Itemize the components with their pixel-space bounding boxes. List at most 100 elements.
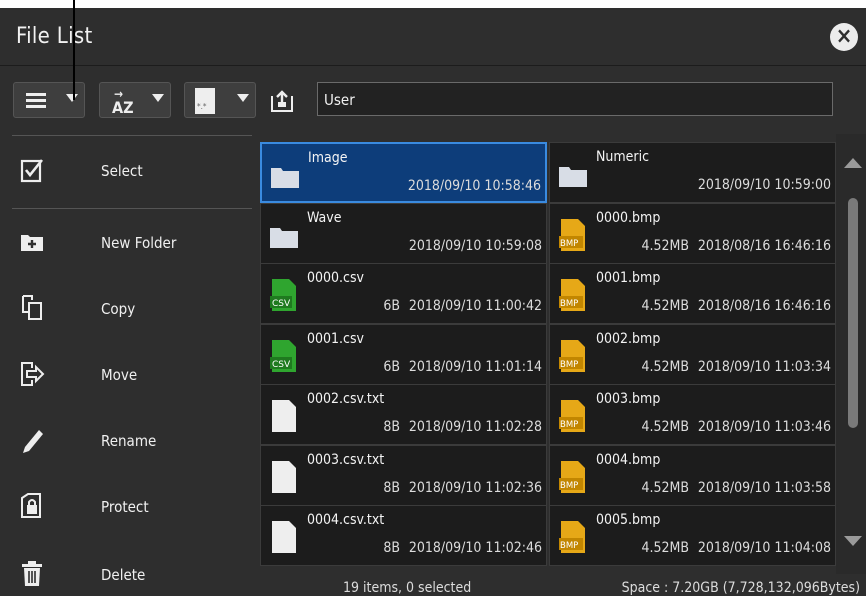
- protect-label: Protect: [101, 498, 149, 516]
- file-item[interactable]: BMP 0003.bmp 4.52MB 2018/09/10 11:03:46: [549, 384, 836, 445]
- move-icon: [21, 362, 45, 386]
- title-bar: File List ×: [0, 8, 866, 66]
- current-path-field[interactable]: User: [317, 82, 833, 116]
- file-date: 2018/09/10 11:03:46: [697, 419, 831, 435]
- move-button[interactable]: Move: [0, 342, 258, 408]
- file-size: 8B: [383, 540, 400, 556]
- file-item[interactable]: BMP 0005.bmp 4.52MB 2018/09/10 11:04:08: [549, 505, 836, 566]
- trash-icon: [22, 561, 42, 586]
- scroll-up-arrow-icon[interactable]: [844, 158, 862, 168]
- folder-icon: [271, 168, 299, 188]
- file-item[interactable]: BMP 0001.bmp 4.52MB 2018/08/16 16:46:16: [549, 263, 836, 324]
- file-date: 2018/09/10 11:02:46: [408, 540, 542, 556]
- close-icon: ×: [835, 24, 853, 49]
- file-item[interactable]: CSV 0000.csv 6B 2018/09/10 11:00:42: [260, 263, 547, 324]
- bmp-file-icon: BMP: [559, 339, 585, 372]
- svg-text:BMP: BMP: [560, 299, 578, 309]
- svg-text:BMP: BMP: [560, 360, 578, 370]
- new-folder-button[interactable]: New Folder: [0, 210, 258, 276]
- file-date: 2018/09/10 10:59:00: [697, 177, 831, 193]
- svg-text:BMP: BMP: [560, 481, 578, 491]
- file-size: 6B: [383, 358, 400, 375]
- delete-label: Delete: [101, 566, 146, 584]
- file-item[interactable]: 0002.csv.txt 8B 2018/09/10 11:02:28: [260, 384, 547, 445]
- file-date: 2018/09/10 10:58:46: [407, 178, 541, 194]
- file-item[interactable]: CSV 0001.csv 6B 2018/09/10 11:01:14: [260, 323, 547, 385]
- file-date: 2018/09/10 11:03:58: [697, 479, 831, 496]
- divider: [12, 208, 252, 209]
- file-item[interactable]: Image 2018/09/10 10:58:46: [260, 142, 547, 203]
- file-name: 0000.bmp: [596, 209, 661, 226]
- file-filter-button[interactable]: *.*: [184, 82, 256, 118]
- chevron-down-icon: [66, 94, 78, 102]
- svg-text:BMP: BMP: [560, 420, 578, 430]
- rename-label: Rename: [101, 432, 157, 450]
- file-name: 0005.bmp: [596, 512, 661, 528]
- file-date: 2018/09/10 11:03:34: [697, 358, 831, 375]
- file-filter-icon: *.*: [195, 88, 215, 114]
- svg-text:BMP: BMP: [560, 239, 578, 249]
- file-name: 0001.csv: [307, 330, 364, 347]
- file-item[interactable]: 0003.csv.txt 8B 2018/09/10 11:02:36: [260, 444, 547, 506]
- toolbar: → AZ *.* User: [0, 66, 866, 134]
- scroll-thumb[interactable]: [848, 198, 858, 428]
- lock-file-icon: [21, 493, 41, 518]
- file-size: 4.52MB: [641, 540, 689, 556]
- file-item[interactable]: Wave 2018/09/10 10:59:08: [260, 202, 547, 264]
- file-item[interactable]: 0004.csv.txt 8B 2018/09/10 11:02:46: [260, 505, 547, 566]
- file-size: 4.52MB: [641, 479, 689, 496]
- file-grid: Image 2018/09/10 10:58:46 Wave 2018/09/10 1…: [258, 134, 836, 574]
- file-size: 8B: [383, 479, 400, 496]
- file-date: 2018/09/10 11:02:36: [408, 479, 542, 496]
- file-name: 0003.bmp: [596, 391, 661, 407]
- file-name: 0000.csv: [307, 270, 364, 286]
- move-label: Move: [101, 366, 138, 384]
- svg-text:BMP: BMP: [560, 541, 578, 551]
- file-date: 2018/08/16 16:46:16: [697, 298, 831, 314]
- bmp-file-icon: BMP: [559, 279, 585, 311]
- file-name: Image: [308, 150, 348, 166]
- file-date: 2018/09/10 11:00:42: [408, 298, 542, 314]
- copy-icon: [22, 295, 42, 320]
- copy-button[interactable]: Copy: [0, 276, 258, 342]
- list-view-icon: [26, 93, 46, 109]
- text-file-icon: [272, 400, 296, 432]
- delete-button[interactable]: Delete: [0, 542, 258, 608]
- select-button[interactable]: Select: [0, 138, 258, 204]
- file-list-dialog: File List × → AZ *.* User Select New Fol…: [0, 8, 866, 596]
- protect-button[interactable]: Protect: [0, 474, 258, 540]
- file-item[interactable]: BMP 0002.bmp 4.52MB 2018/09/10 11:03:34: [549, 323, 836, 385]
- select-label: Select: [101, 162, 143, 180]
- new-folder-label: New Folder: [101, 234, 177, 252]
- file-item[interactable]: Numeric 2018/09/10 10:59:00: [549, 142, 836, 203]
- file-name: Numeric: [596, 149, 650, 165]
- copy-label: Copy: [101, 300, 136, 318]
- file-size: 8B: [383, 419, 400, 435]
- bmp-file-icon: BMP: [559, 460, 585, 493]
- close-button[interactable]: ×: [830, 23, 858, 51]
- file-size: 4.52MB: [641, 419, 689, 435]
- chevron-down-icon: [237, 94, 249, 102]
- file-item[interactable]: BMP 0004.bmp 4.52MB 2018/09/10 11:03:58: [549, 444, 836, 506]
- rename-button[interactable]: Rename: [0, 408, 258, 474]
- sort-button[interactable]: → AZ: [99, 82, 171, 118]
- status-bar: 19 items, 0 selected Space : 7.20GB (7,7…: [258, 574, 866, 604]
- parent-folder-icon[interactable]: [270, 90, 294, 112]
- chevron-down-icon: [152, 94, 164, 102]
- file-name: 0002.csv.txt: [307, 391, 385, 407]
- checkbox-icon: [20, 159, 44, 183]
- file-size: 4.52MB: [641, 298, 689, 314]
- sort-az-icon: → AZ: [112, 87, 134, 117]
- file-date: 2018/09/10 10:59:08: [408, 237, 542, 254]
- bmp-file-icon: BMP: [559, 218, 585, 251]
- divider: [12, 135, 252, 136]
- file-name: 0004.bmp: [596, 451, 661, 468]
- file-name: 0001.bmp: [596, 270, 661, 286]
- callout-pointer-line: [73, 0, 75, 100]
- file-date: 2018/09/10 11:02:28: [408, 419, 542, 435]
- file-name: 0004.csv.txt: [307, 512, 385, 528]
- file-item[interactable]: BMP 0000.bmp 4.52MB 2018/08/16 16:46:16: [549, 202, 836, 264]
- vertical-scrollbar[interactable]: [836, 134, 866, 574]
- bmp-file-icon: BMP: [559, 521, 585, 553]
- scroll-down-arrow-icon[interactable]: [844, 536, 862, 546]
